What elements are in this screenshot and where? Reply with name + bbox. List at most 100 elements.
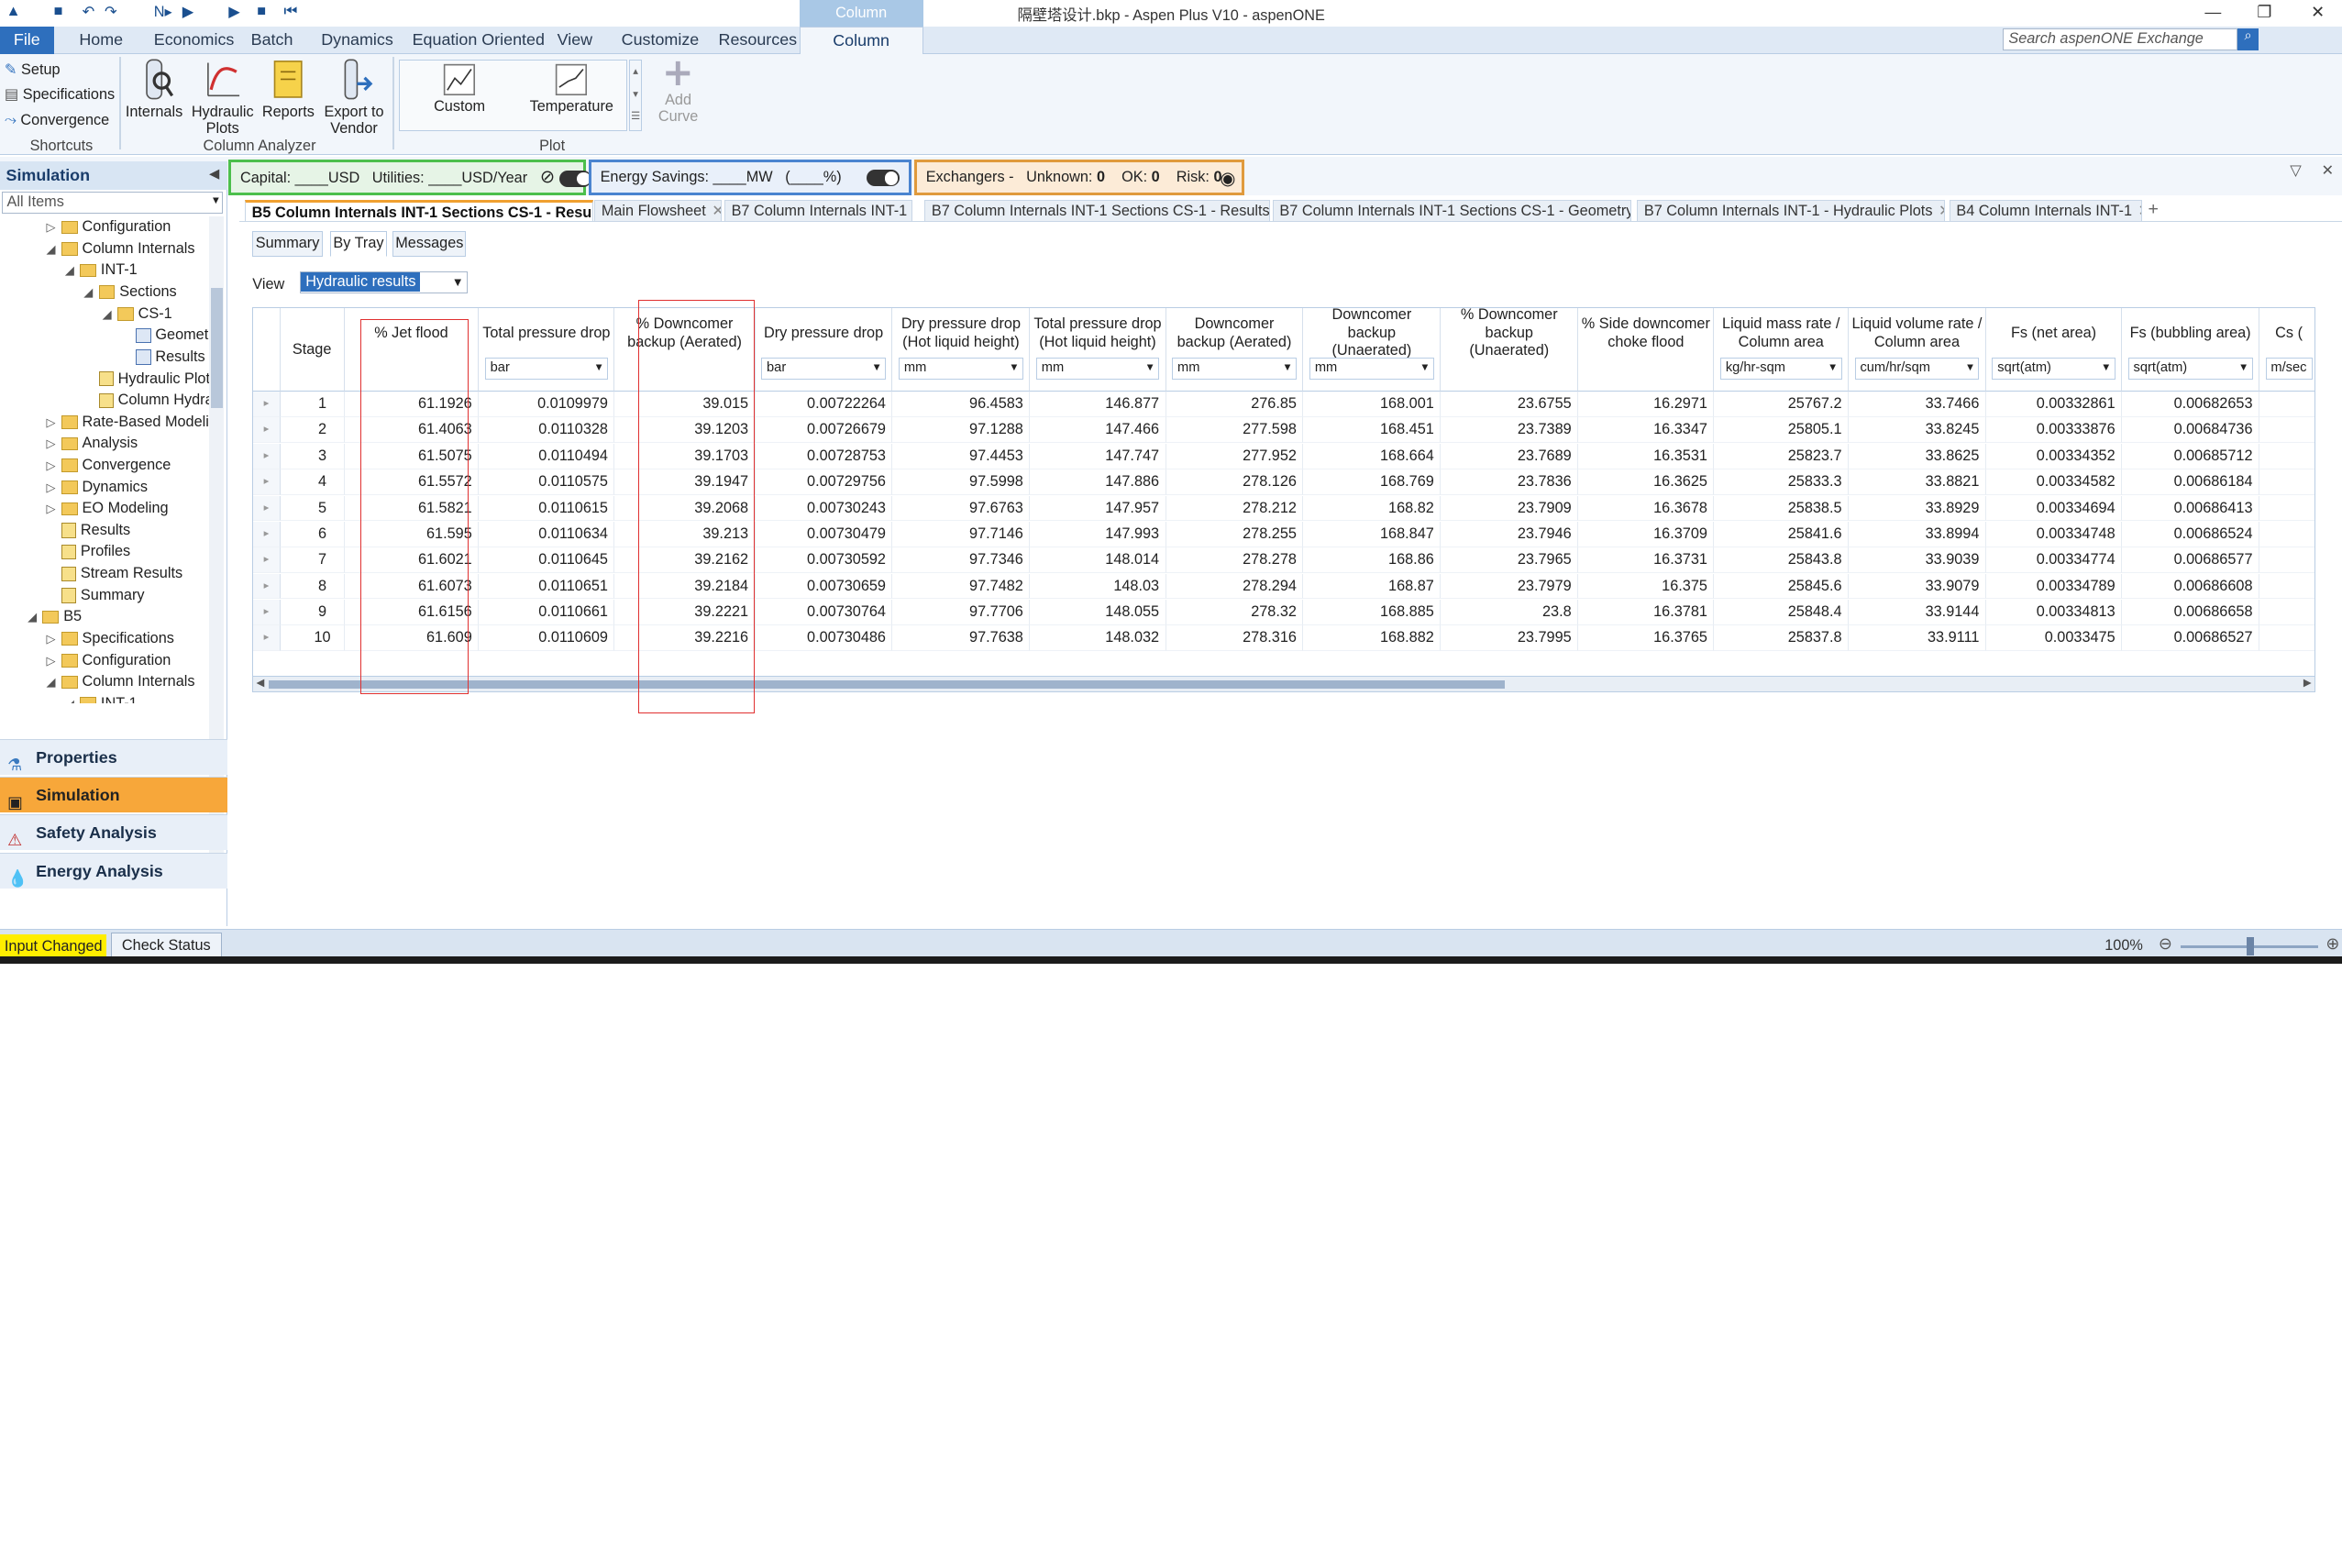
tree-node[interactable]: ▷ Rate-Based Modeling xyxy=(46,412,209,433)
table-cell[interactable]: 16.375 xyxy=(1578,573,1715,600)
stage-cell[interactable]: 5 xyxy=(280,495,345,522)
export-to-vendor-button[interactable]: Export to Vendor xyxy=(320,57,389,138)
table-cell[interactable]: 0.00730243 xyxy=(755,495,893,522)
table-cell[interactable]: 0.0110645 xyxy=(479,547,615,573)
table-horizontal-scrollbar[interactable]: ◀ ▶ xyxy=(252,676,2315,693)
table-cell[interactable]: 168.847 xyxy=(1303,521,1442,547)
unit-select[interactable]: sqrt(atm) ▼ xyxy=(1992,357,2116,381)
table-cell[interactable]: 277.952 xyxy=(1165,443,1304,469)
table-cell[interactable]: 23.8 xyxy=(1441,599,1579,625)
table-cell[interactable]: 148.032 xyxy=(1030,625,1166,651)
stage-cell[interactable]: 10 xyxy=(280,625,345,651)
table-cell[interactable]: 16.3347 xyxy=(1578,417,1715,444)
stage-cell[interactable]: 1 xyxy=(280,392,345,417)
expand-arrow-icon[interactable]: ▷ xyxy=(46,478,61,499)
navigation-filter[interactable]: All Items xyxy=(1,191,223,214)
table-cell[interactable]: 33.7466 xyxy=(1849,392,1986,417)
table-cell[interactable]: 0.00729756 xyxy=(755,469,893,495)
tree-node[interactable]: ◢ B5 xyxy=(28,606,82,627)
stage-cell[interactable]: 4 xyxy=(280,469,345,495)
expand-arrow-icon[interactable]: ▷ xyxy=(46,456,61,477)
unit-select[interactable]: mm ▼ xyxy=(1035,357,1160,381)
tree-node[interactable]: ▷ Configuration xyxy=(46,650,171,671)
table-cell[interactable]: 0.00730592 xyxy=(755,547,893,573)
table-cell[interactable]: 0.00684736 xyxy=(2122,417,2260,444)
table-cell[interactable]: 25838.5 xyxy=(1714,495,1850,522)
table-cell[interactable]: 39.2184 xyxy=(614,573,756,600)
table-cell[interactable] xyxy=(2259,625,2314,651)
table-cell[interactable]: 23.7389 xyxy=(1441,417,1579,444)
column-header[interactable]: % Jet flood xyxy=(344,307,480,392)
nav-safety-analysis[interactable]: ⚠ Safety Analysis xyxy=(0,813,227,850)
doc-tab-b7-hydraulic-plots[interactable]: B7 Column Internals INT-1 - Hydraulic Pl… xyxy=(1637,200,1945,222)
unit-select[interactable]: bar ▼ xyxy=(484,357,608,381)
table-cell[interactable]: 0.00334813 xyxy=(1985,599,2123,625)
view-select[interactable]: Hydraulic results ▼ xyxy=(300,271,468,294)
row-selector[interactable]: ▸ xyxy=(253,625,281,651)
column-header[interactable]: Downcomer backup (Unaerated) mm ▼ xyxy=(1303,308,1442,392)
column-header[interactable]: Cs (m/sec xyxy=(2259,307,2314,392)
tree-node[interactable]: ▷ Analysis xyxy=(46,433,138,454)
temperature-plot-button[interactable]: Temperature xyxy=(523,63,622,116)
table-cell[interactable]: 61.5572 xyxy=(344,469,480,495)
column-header[interactable]: Stage xyxy=(280,307,345,392)
table-cell[interactable]: 278.212 xyxy=(1165,495,1304,522)
table-cell[interactable] xyxy=(2259,522,2314,547)
table-cell[interactable]: 16.3531 xyxy=(1578,443,1715,469)
unit-select[interactable]: m/sec xyxy=(2265,357,2313,381)
table-cell[interactable]: 33.9079 xyxy=(1849,573,1986,600)
tree-node[interactable]: ▷ EO Modeling xyxy=(46,498,168,519)
table-cell[interactable]: 33.9039 xyxy=(1849,547,1986,573)
table-cell[interactable]: 39.1203 xyxy=(614,417,756,444)
collapse-arrow-icon[interactable]: ◢ xyxy=(46,672,61,693)
internals-button[interactable]: Internals xyxy=(126,57,182,121)
unit-select[interactable]: cum/hr/sqm ▼ xyxy=(1854,357,1980,381)
table-cell[interactable]: 23.7909 xyxy=(1441,495,1579,522)
tree-node[interactable]: ◢ Sections xyxy=(83,282,176,303)
tree-node[interactable]: ▷ Configuration xyxy=(46,216,171,237)
table-cell[interactable]: 147.747 xyxy=(1030,443,1166,469)
collapse-arrow-icon[interactable]: ◢ xyxy=(65,694,80,703)
table-cell[interactable]: 25843.8 xyxy=(1714,547,1850,573)
table-cell[interactable]: 0.0033475 xyxy=(1985,625,2123,651)
table-cell[interactable]: 276.85 xyxy=(1165,392,1304,417)
table-cell[interactable]: 0.00726679 xyxy=(755,417,893,444)
table-cell[interactable]: 39.2221 xyxy=(614,599,756,625)
tree-node[interactable]: Summary xyxy=(46,585,145,606)
energy-savings-indicator[interactable]: Energy Savings: ____MW (____%) xyxy=(588,160,911,196)
table-cell[interactable]: 0.00334789 xyxy=(1985,573,2123,600)
table-cell[interactable]: 61.595 xyxy=(344,521,480,547)
table-cell[interactable]: 33.8994 xyxy=(1849,521,1986,547)
table-cell[interactable]: 147.957 xyxy=(1030,495,1166,522)
table-cell[interactable]: 97.4453 xyxy=(892,443,1031,469)
subtab-by-tray[interactable]: By Tray xyxy=(329,230,387,257)
table-cell[interactable] xyxy=(2259,547,2314,573)
tab-equation-oriented[interactable]: Equation Oriented xyxy=(404,27,552,53)
stage-cell[interactable]: 2 xyxy=(280,417,345,444)
table-cell[interactable]: 278.255 xyxy=(1165,521,1304,547)
table-cell[interactable]: 0.00722264 xyxy=(755,392,893,417)
column-header[interactable]: Fs (net area) sqrt(atm) ▼ xyxy=(1985,307,2123,392)
tree-node[interactable]: ◢ INT-1 xyxy=(65,693,138,704)
collapse-arrow-icon[interactable]: ◢ xyxy=(83,282,98,304)
stage-cell[interactable]: 7 xyxy=(280,547,345,573)
table-cell[interactable]: 168.664 xyxy=(1303,443,1442,469)
expand-arrow-icon[interactable]: ▷ xyxy=(46,499,61,520)
table-cell[interactable]: 97.7146 xyxy=(892,521,1031,547)
table-cell[interactable]: 61.4063 xyxy=(344,417,480,444)
search-input[interactable]: Search aspenONE Exchange xyxy=(2003,28,2238,51)
table-cell[interactable]: 33.8929 xyxy=(1849,495,1986,522)
table-cell[interactable]: 33.9111 xyxy=(1849,625,1986,651)
table-cell[interactable]: 61.6156 xyxy=(344,599,480,625)
add-curve-button[interactable]: Add Curve xyxy=(651,57,705,126)
tree-node[interactable]: Geometry xyxy=(121,325,209,346)
table-cell[interactable]: 0.00686184 xyxy=(2122,469,2260,495)
table-cell[interactable] xyxy=(2259,392,2314,417)
column-header[interactable]: Total pressure drop bar ▼ xyxy=(479,307,615,392)
tab-customize[interactable]: Customize xyxy=(614,27,707,53)
table-cell[interactable]: 0.0110494 xyxy=(479,443,615,469)
table-cell[interactable]: 61.5075 xyxy=(344,443,480,469)
table-cell[interactable]: 97.7706 xyxy=(892,599,1031,625)
tree-node[interactable]: ◢ INT-1 xyxy=(65,259,138,281)
table-cell[interactable]: 0.00686527 xyxy=(2122,625,2260,651)
